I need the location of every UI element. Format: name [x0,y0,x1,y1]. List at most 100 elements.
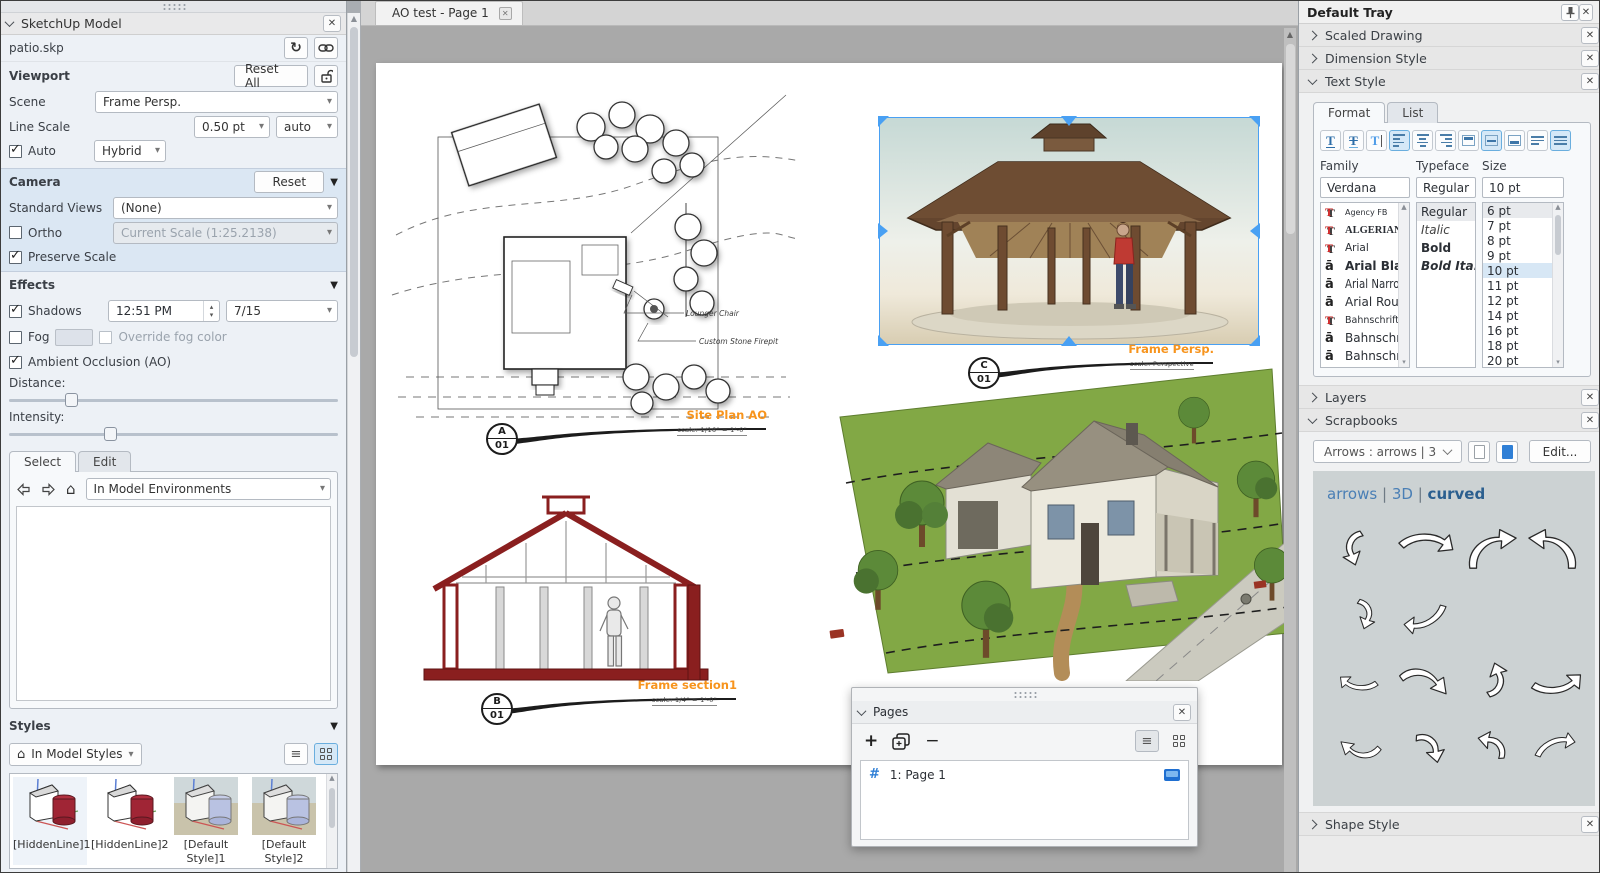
scrapbook-arrow[interactable] [1327,715,1392,785]
size-item[interactable]: 20 pt [1483,353,1552,368]
font-family-item[interactable]: āBahnschrif [1321,329,1398,347]
scrapbook-arrow[interactable] [1522,715,1587,785]
scroll-up-icon[interactable]: ▲ [1284,30,1296,39]
font-family-item[interactable]: TALGERIAN [1321,221,1398,239]
style-item[interactable]: [Default Style]2 [247,777,321,865]
size-item[interactable]: 6 pt [1483,203,1552,218]
section-scrapbooks[interactable]: Scrapbooks ✕ [1299,409,1600,432]
forward-arrow-icon[interactable] [41,483,56,496]
refresh-model-button[interactable]: ↻ [284,37,308,59]
scrapbook-arrow[interactable] [1457,513,1522,583]
scrapbook-arrow[interactable] [1327,583,1392,645]
reset-all-button[interactable]: Reset All [234,65,308,87]
shadow-date-dropdown[interactable]: 7/15▾ [226,300,338,322]
size-item[interactable]: 16 pt [1483,323,1552,338]
scroll-up-icon[interactable]: ▲ [329,774,334,782]
anchor-top-button[interactable] [1458,130,1479,151]
ambient-occlusion-checkbox[interactable]: ✓ [9,356,22,369]
shadows-checkbox[interactable]: ✓ [9,305,22,318]
new-scrapbook-button[interactable] [1468,441,1490,463]
environments-listbox[interactable] [16,506,331,701]
close-panel-button[interactable]: ✕ [323,15,341,32]
sketchup-model-header[interactable]: SketchUp Model ✕ [1,13,346,35]
scrapbook-arrow[interactable] [1392,583,1457,645]
pages-header[interactable]: Pages ✕ [852,701,1197,724]
page-sheet[interactable]: Lounger Chair Custom Stone Firepit [376,63,1282,765]
scrapbook-arrow[interactable] [1457,583,1522,645]
close-section-button[interactable]: ✕ [1581,816,1599,833]
scrapbook-arrow[interactable] [1522,645,1587,715]
ao-distance-slider-thumb[interactable] [65,393,78,407]
paragraph-justify-button[interactable] [1550,130,1571,151]
selection-handle[interactable] [1250,223,1260,239]
scrapbook-arrow[interactable] [1522,583,1587,645]
close-section-button[interactable]: ✕ [1581,389,1599,406]
section-text-style[interactable]: Text Style ✕ [1299,70,1600,93]
document-tab[interactable]: AO test - Page 1 ✕ [375,1,523,25]
styles-scrollbar[interactable]: ▲ [326,774,337,868]
selection-handle[interactable] [1061,116,1077,126]
align-center-button[interactable] [1412,130,1433,151]
underline-button[interactable]: T [1320,130,1341,151]
shadow-time-spinner[interactable]: 12:51 PM ▴▾ [108,300,220,322]
back-arrow-icon[interactable] [16,483,31,496]
frame-persp-viewport[interactable] [880,118,1258,344]
typeface-item[interactable]: Regular [1417,203,1475,221]
add-page-button[interactable]: + [864,733,878,750]
scrapbook-arrow[interactable] [1392,715,1457,785]
scrapbook-arrow[interactable] [1457,645,1522,715]
home-icon[interactable]: ⌂ [66,480,76,498]
tab-edit[interactable]: Edit [78,451,131,472]
callout-frame-section[interactable]: B01 Frame section1 scale: 1/4" = 1'-0" [481,681,741,729]
pages-grid-view-button[interactable] [1173,735,1185,747]
scrollbar-thumb[interactable] [350,27,358,357]
ao-intensity-slider-thumb[interactable] [104,427,117,441]
scroll-up-icon[interactable]: ▲ [1555,203,1560,211]
section-collapse-icon[interactable]: ▼ [330,280,338,291]
style-item[interactable]: [Default Style]1 [169,777,243,865]
tab-format[interactable]: Format [1313,102,1385,123]
fog-checkbox[interactable] [9,331,22,344]
scrapbook-link-3d[interactable]: 3D [1392,485,1413,503]
scrapbook-preview[interactable]: arrows | 3D | curved [1313,471,1595,806]
callout-site-plan[interactable]: A01 Site Plan AO scale: 1/16" = 1'-0" [486,411,771,459]
preserve-scale-checkbox[interactable]: ✓ [9,251,22,264]
camera-reset-button[interactable]: Reset [254,171,324,193]
environments-dropdown[interactable]: In Model Environments▾ [86,478,331,500]
line-weight-dropdown[interactable]: 0.50 pt▾ [194,116,270,138]
size-list-scrollbar[interactable]: ▲▾ [1552,203,1563,367]
left-panel-scrollbar[interactable]: ▲ [347,13,360,872]
spin-down-icon[interactable]: ▾ [210,311,214,319]
typeface-item[interactable]: Italic [1417,221,1475,239]
size-item[interactable]: 9 pt [1483,248,1552,263]
selection-handle[interactable] [878,223,888,239]
strikethrough-button[interactable]: T [1343,130,1364,151]
tab-select[interactable]: Select [9,451,76,472]
font-family-item[interactable]: TArial [1321,239,1398,257]
house-render-viewport[interactable] [826,363,1296,681]
styles-grid-view-button[interactable] [314,743,338,765]
font-family-item[interactable]: āArial Narro [1321,275,1398,293]
scene-dropdown[interactable]: Frame Persp.▾ [95,91,338,113]
render-mode-dropdown[interactable]: Hybrid▾ [94,140,166,162]
size-item[interactable]: 7 pt [1483,218,1552,233]
duplicate-page-button[interactable] [892,733,911,750]
line-scale-mode-dropdown[interactable]: auto▾ [276,116,338,138]
auto-render-checkbox[interactable]: ✓ [9,145,22,158]
selection-handle[interactable] [878,335,889,346]
font-family-item[interactable]: āBahnschrif [1321,347,1398,365]
pages-list[interactable]: # 1: Page 1 [860,760,1189,840]
vertical-text-button[interactable]: T [1366,130,1387,151]
size-item[interactable]: 8 pt [1483,233,1552,248]
ao-distance-slider[interactable] [9,393,338,407]
font-family-item[interactable]: āArial Roun [1321,293,1398,311]
edit-scrapbook-button[interactable]: Edit... [1529,440,1591,463]
relink-model-button[interactable] [314,37,338,59]
frame-section-viewport[interactable] [416,491,716,696]
pages-list-view-button[interactable]: ≡ [1135,730,1159,752]
size-item[interactable]: 18 pt [1483,338,1552,353]
typeface-item[interactable]: Bold Ita... [1417,257,1475,275]
size-item-selected[interactable]: 10 pt [1483,263,1552,278]
presentation-icon[interactable] [1164,769,1180,781]
delete-page-button[interactable]: − [925,733,939,750]
